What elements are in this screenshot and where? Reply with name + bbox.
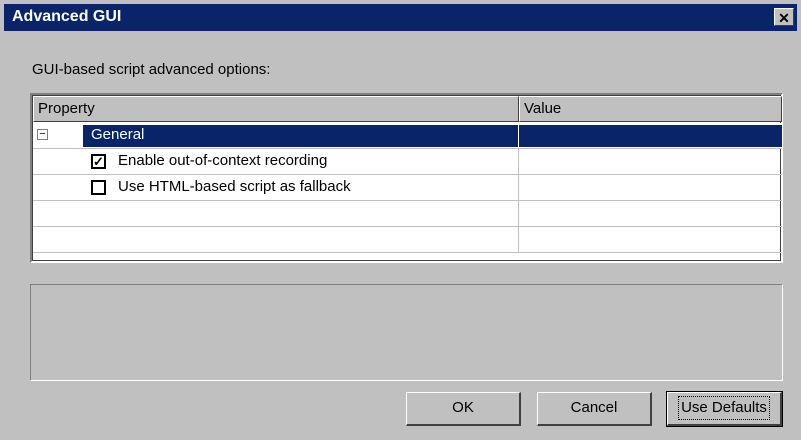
grid-row-general[interactable]: − General (33, 123, 782, 149)
ok-button[interactable]: OK (406, 392, 521, 426)
title-bar[interactable]: Advanced GUI ✕ (4, 4, 797, 31)
checkbox-out-of-context-recording[interactable]: ✓ (91, 154, 106, 169)
option-label: Enable out-of-context recording (118, 152, 328, 169)
checkbox-html-fallback[interactable] (91, 180, 106, 195)
group-label-general: General (91, 126, 145, 143)
column-divider (518, 175, 519, 201)
advanced-gui-dialog: Advanced GUI ✕ GUI-based script advanced… (0, 0, 801, 440)
cancel-button[interactable]: Cancel (537, 392, 652, 426)
grid-row-out-of-context[interactable]: ✓ Enable out-of-context recording (33, 149, 782, 175)
column-divider (518, 149, 519, 175)
use-defaults-button[interactable]: Use Defaults (666, 391, 783, 427)
close-icon[interactable]: ✕ (774, 8, 794, 26)
option-label: Use HTML-based script as fallback (118, 178, 351, 195)
options-caption: GUI-based script advanced options: (32, 61, 271, 78)
selection-highlight (83, 125, 518, 147)
column-header-property[interactable]: Property (33, 96, 519, 122)
column-divider (518, 227, 519, 253)
grid-row-empty (33, 227, 782, 253)
description-pane (30, 284, 783, 381)
window-title: Advanced GUI (12, 8, 122, 25)
property-grid: Property Value − General ✓ Enable out-of… (30, 93, 783, 263)
column-header-value[interactable]: Value (519, 96, 782, 122)
grid-row-html-fallback[interactable]: Use HTML-based script as fallback (33, 175, 782, 201)
collapse-icon[interactable]: − (37, 129, 48, 140)
selection-highlight-value (519, 125, 782, 147)
use-defaults-label: Use Defaults (678, 396, 770, 420)
grid-row-empty (33, 201, 782, 227)
column-divider (518, 201, 519, 227)
